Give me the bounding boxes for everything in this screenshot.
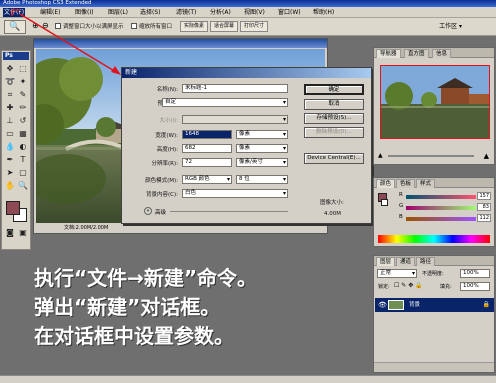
r-label: R (399, 192, 403, 198)
fill-input[interactable]: 100% (460, 282, 490, 291)
color-spectrum-bar[interactable] (378, 235, 490, 243)
lock-label: 锁定: (378, 284, 390, 290)
tab-color[interactable]: 颜色 (376, 179, 396, 188)
tab-info[interactable]: 信息 (432, 49, 452, 58)
tab-paths[interactable]: 路径 (416, 257, 436, 266)
navigator-preview-image (381, 66, 489, 138)
arrow-head (111, 66, 121, 75)
lock-icons[interactable]: ☐ ✎ ✥ 🔒 (394, 282, 423, 289)
layers-panel: 图层 通道 路径 正常 不透明度: 100% 锁定: ☐ ✎ ✥ 🔒 填充: 1… (373, 255, 495, 373)
color-bg-swatch[interactable] (381, 199, 388, 206)
g-value[interactable]: 83 (477, 203, 491, 211)
color-panel: 颜色 色板 样式 R 157 G 83 B 112 (373, 177, 495, 247)
file-menu-highlight (11, 9, 20, 16)
zoom-out-small-icon[interactable]: ▲ (378, 152, 383, 159)
b-value[interactable]: 112 (477, 214, 491, 222)
arrow-line (19, 13, 117, 73)
caption-line-1: 执行“文件→新建”命令。 (34, 266, 258, 290)
fill-label: 填充: (440, 284, 452, 290)
g-label: G (399, 203, 404, 209)
navigator-panel: 导航器 直方图 信息 ▲ ▲ (373, 47, 495, 165)
caption-line-2: 弹出“新建”对话框。 (34, 295, 221, 319)
eye-icon[interactable]: 👁 (378, 298, 387, 312)
g-slider[interactable] (406, 206, 476, 210)
layer-lock-icon: 🔒 (482, 301, 490, 308)
navigator-thumbnail[interactable] (380, 65, 490, 139)
tab-swatches[interactable]: 色板 (396, 179, 416, 188)
zoom-in-small-icon[interactable]: ▲ (484, 152, 489, 160)
tab-histogram[interactable]: 直方图 (404, 49, 429, 58)
status-strip (0, 375, 496, 383)
blend-mode-select[interactable]: 正常 (377, 269, 417, 278)
opacity-label: 不透明度: (422, 271, 444, 277)
tab-navigator[interactable]: 导航器 (376, 49, 401, 58)
tab-channels[interactable]: 通道 (396, 257, 416, 266)
layer-thumbnail (388, 300, 404, 310)
r-value[interactable]: 157 (477, 192, 491, 200)
b-label: B (399, 214, 403, 220)
opacity-input[interactable]: 100% (460, 269, 490, 278)
layers-footer (374, 362, 494, 372)
navigator-zoom-slider[interactable] (388, 155, 474, 157)
b-slider[interactable] (406, 217, 476, 221)
r-slider[interactable] (406, 195, 476, 199)
tab-styles[interactable]: 样式 (416, 179, 436, 188)
layer-name: 背景 (409, 302, 421, 308)
caption-line-3: 在对话框中设置参数。 (34, 324, 234, 348)
tab-layers[interactable]: 图层 (376, 257, 396, 266)
layer-row-background[interactable]: 👁 背景 🔒 (375, 298, 494, 312)
